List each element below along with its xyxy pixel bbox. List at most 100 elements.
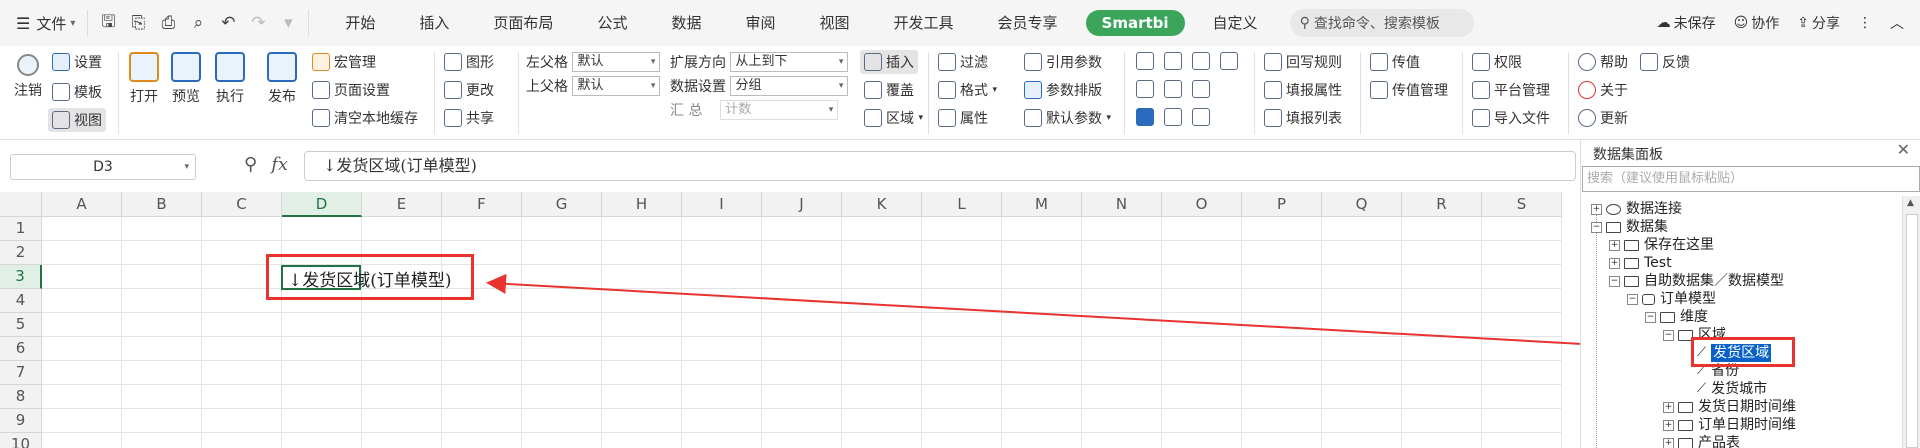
tab-custom[interactable]: 自定义 — [1191, 0, 1280, 46]
row-header-2[interactable]: 2 — [0, 241, 42, 265]
tab-smartbi[interactable]: Smartbi — [1085, 10, 1185, 36]
tab-formula[interactable]: 公式 — [575, 0, 649, 46]
row-header-10[interactable]: 10 — [0, 433, 42, 448]
column-header-m[interactable]: M — [1002, 192, 1082, 217]
about-button[interactable]: 关于 — [1578, 80, 1628, 100]
collapse-icon[interactable]: − — [1627, 293, 1638, 305]
collapse-ribbon-icon[interactable]: ︿ — [1890, 13, 1904, 33]
image-control-icon[interactable] — [1192, 80, 1210, 98]
expand-icon[interactable]: + — [1663, 401, 1674, 413]
print-icon[interactable]: ⎙ — [158, 13, 178, 33]
tab-data[interactable]: 数据 — [649, 0, 723, 46]
save-icon[interactable]: 🖫 — [98, 9, 118, 38]
expand-icon[interactable]: + — [1591, 203, 1602, 215]
pass-mgmt-button[interactable]: 传值管理 — [1370, 80, 1448, 100]
row-header-9[interactable]: 9 — [0, 409, 42, 433]
row-header-4[interactable]: 4 — [0, 289, 42, 313]
list-control-icon[interactable] — [1192, 52, 1210, 70]
comment-icon[interactable] — [1136, 52, 1154, 70]
param-layout-button[interactable]: 参数排版 — [1024, 80, 1102, 100]
table-control-icon[interactable] — [1136, 80, 1154, 98]
column-header-b[interactable]: B — [122, 192, 202, 217]
filter-button[interactable]: 过滤 — [938, 52, 988, 72]
expand-icon[interactable]: + — [1609, 257, 1620, 269]
scroll-up-icon[interactable]: ▲ — [1907, 198, 1914, 208]
publish-button[interactable]: 发布 — [264, 52, 300, 106]
fill-attr-button[interactable]: 填报属性 — [1264, 80, 1342, 100]
tree-item-dimension[interactable]: − 维度 — [1645, 308, 1708, 326]
row-header-3[interactable]: 3 — [0, 265, 42, 289]
column-header-f[interactable]: F — [442, 192, 522, 217]
row-header-6[interactable]: 6 — [0, 337, 42, 361]
tab-view[interactable]: 视图 — [797, 0, 871, 46]
cover-mode-button[interactable]: 覆盖 — [864, 80, 914, 100]
tree-item-ship-city[interactable]: ⟋ 发货城市 — [1697, 380, 1767, 398]
tree-item-save-here[interactable]: + 保存在这里 — [1609, 236, 1714, 254]
more-icon[interactable]: ▾ — [278, 13, 298, 33]
fx-icon[interactable]: fx — [271, 154, 288, 175]
summary-select[interactable]: 计数 ▾ — [720, 100, 839, 120]
platform-button[interactable]: 平台管理 — [1472, 80, 1550, 100]
column-header-c[interactable]: C — [202, 192, 282, 217]
collapse-icon[interactable]: − — [1663, 329, 1674, 341]
view-button[interactable]: 视图 — [48, 108, 106, 132]
column-header-r[interactable]: R — [1402, 192, 1482, 217]
tree-item-ship-date[interactable]: + 发货日期时间维 — [1663, 398, 1796, 416]
column-header-j[interactable]: J — [762, 192, 842, 217]
checkbox-control-icon[interactable] — [1136, 108, 1154, 126]
column-header-i[interactable]: I — [682, 192, 762, 217]
expand-icon[interactable]: + — [1663, 419, 1674, 431]
expand-icon[interactable]: + — [1663, 437, 1674, 448]
collapse-icon[interactable]: − — [1591, 221, 1602, 233]
tree-item-dataset[interactable]: − 数据集 — [1591, 218, 1668, 236]
collab-button[interactable]: ☺ 协作 — [1734, 13, 1780, 33]
default-param-button[interactable]: 默认参数 ▾ — [1024, 108, 1111, 128]
permission-button[interactable]: 权限 — [1472, 52, 1522, 72]
clear-cache-button[interactable]: 清空本地缓存 — [312, 108, 418, 128]
import-file-button[interactable]: 导入文件 — [1472, 108, 1550, 128]
open-button[interactable]: 打开 — [126, 52, 162, 106]
column-header-o[interactable]: O — [1162, 192, 1242, 217]
top-parent-select[interactable]: 默认 ▾ — [572, 76, 661, 96]
area-button[interactable]: 区域 ▾ — [864, 108, 923, 128]
column-header-a[interactable]: A — [42, 192, 122, 217]
settings-button[interactable]: 设置 — [52, 52, 102, 72]
change-button[interactable]: 更改 — [444, 80, 494, 100]
export-icon[interactable]: ⎘ — [128, 13, 148, 33]
shape-button[interactable]: 图形 — [444, 52, 494, 72]
text-control-icon[interactable] — [1192, 108, 1210, 126]
update-button[interactable]: 更新 — [1578, 108, 1628, 128]
tree-item-test[interactable]: + Test — [1609, 254, 1672, 272]
column-header-l[interactable]: L — [922, 192, 1002, 217]
row-header-7[interactable]: 7 — [0, 361, 42, 385]
column-header-p[interactable]: P — [1242, 192, 1322, 217]
insert-mode-button[interactable]: 插入 — [860, 50, 918, 74]
tab-home[interactable]: 开始 — [323, 0, 397, 46]
logout-button[interactable]: 注销 — [10, 54, 46, 100]
redo-icon[interactable]: ↷ — [248, 13, 268, 33]
panel-scrollbar[interactable]: ▲ — [1902, 196, 1920, 448]
tab-member[interactable]: 会员专享 — [976, 0, 1080, 46]
spin-control-icon[interactable] — [1220, 52, 1238, 70]
column-header-s[interactable]: S — [1482, 192, 1562, 217]
tree-control-icon[interactable] — [1164, 80, 1182, 98]
formula-input[interactable]: ↓发货区域(订单模型) — [304, 151, 1576, 181]
dropdown-control-icon[interactable] — [1164, 52, 1182, 70]
share-chart-button[interactable]: 共享 — [444, 108, 494, 128]
ref-param-button[interactable]: 引用参数 — [1024, 52, 1102, 72]
collapse-icon[interactable]: − — [1609, 275, 1620, 287]
data-setting-select[interactable]: 分组 ▾ — [730, 76, 849, 96]
column-header-h[interactable]: H — [602, 192, 682, 217]
tree-item-self-service[interactable]: − 自助数据集／数据模型 — [1609, 272, 1784, 290]
feedback-button[interactable]: 反馈 — [1640, 52, 1690, 72]
undo-icon[interactable]: ↶ — [218, 13, 238, 33]
tab-insert[interactable]: 插入 — [397, 0, 471, 46]
column-header-k[interactable]: K — [842, 192, 922, 217]
row-header-5[interactable]: 5 — [0, 313, 42, 337]
collapse-icon[interactable]: − — [1645, 311, 1656, 323]
tab-page-layout[interactable]: 页面布局 — [471, 0, 575, 46]
tree-item-order-date[interactable]: + 订单日期时间维 — [1663, 416, 1796, 434]
writeback-button[interactable]: 回写规则 — [1264, 52, 1342, 72]
column-header-e[interactable]: E — [362, 192, 442, 217]
tree-item-product[interactable]: + 产品表 — [1663, 434, 1740, 448]
